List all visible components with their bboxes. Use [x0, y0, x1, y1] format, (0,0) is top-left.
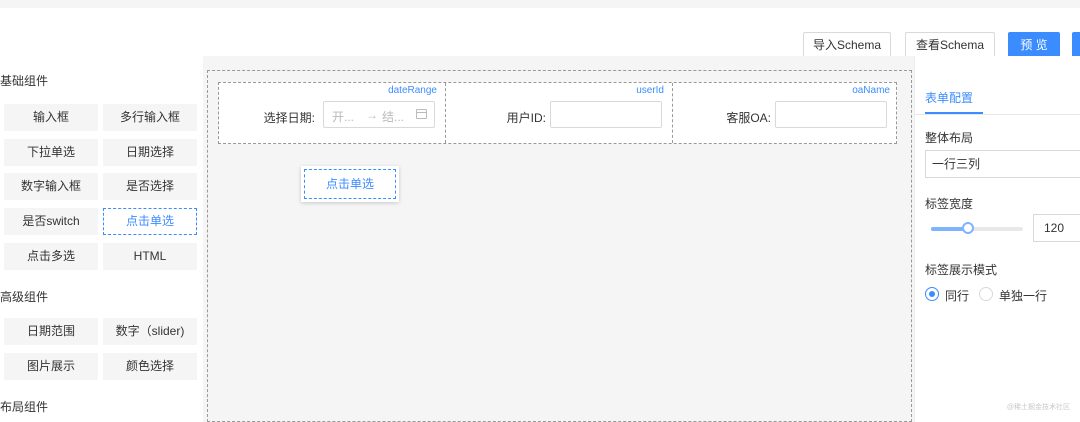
layout-select[interactable]: 一行三列: [925, 150, 1080, 178]
settings-panel: 表单配置 整体布局 一行三列 标签宽度 120 标签展示模式 同行 单独一行 @…: [914, 56, 1080, 422]
component-date-range[interactable]: 日期范围: [4, 318, 98, 345]
label-width-input[interactable]: 120: [1033, 214, 1080, 242]
oa-name-input[interactable]: [775, 101, 887, 128]
component-date[interactable]: 日期选择: [103, 139, 197, 166]
component-switch[interactable]: 是否switch: [4, 208, 98, 235]
import-schema-button[interactable]: 导入Schema: [803, 32, 891, 58]
component-slider[interactable]: 数字（slider): [103, 318, 197, 345]
layout-group-title: 布局组件: [0, 400, 49, 414]
more-primary-button[interactable]: [1072, 32, 1080, 58]
radio-inline-label[interactable]: 同行: [945, 287, 969, 304]
field-key: userId: [636, 85, 664, 96]
display-mode-label: 标签展示模式: [925, 263, 998, 277]
field-key: dateRange: [388, 85, 437, 96]
component-color[interactable]: 颜色选择: [103, 353, 197, 380]
tab-divider: [915, 114, 1080, 115]
calendar-icon: [416, 109, 427, 119]
component-image[interactable]: 图片展示: [4, 353, 98, 380]
watermark: @稀土掘金技术社区: [1006, 404, 1070, 411]
label-width-slider-handle[interactable]: [961, 222, 974, 234]
dragging-component-label: 点击单选: [304, 169, 396, 199]
advanced-group-title: 高级组件: [0, 290, 49, 304]
view-schema-button[interactable]: 查看Schema: [905, 32, 995, 58]
component-textarea[interactable]: 多行输入框: [103, 104, 197, 131]
user-id-input[interactable]: [550, 101, 662, 128]
radio-inline[interactable]: [925, 287, 939, 301]
component-input[interactable]: 输入框: [4, 104, 98, 131]
field-label: 客服OA:: [726, 111, 771, 125]
range-arrow-icon: →: [366, 108, 378, 122]
form-canvas[interactable]: dateRange 选择日期: 开... → 结... userId 用户ID:…: [203, 56, 914, 422]
start-date-placeholder: 开...: [332, 110, 355, 124]
field-label: 用户ID:: [506, 111, 546, 125]
tab-form-config[interactable]: 表单配置: [925, 89, 973, 106]
form-row[interactable]: dateRange 选择日期: 开... → 结... userId 用户ID:…: [218, 82, 897, 144]
field-oa-name[interactable]: oaName 客服OA:: [673, 83, 898, 143]
field-key: oaName: [852, 85, 890, 96]
end-date-placeholder: 结...: [382, 110, 405, 124]
date-range-picker[interactable]: 开... → 结...: [323, 101, 435, 128]
layout-label: 整体布局: [925, 131, 974, 145]
component-radio[interactable]: 点击单选: [103, 208, 197, 235]
radio-separate-line[interactable]: [979, 287, 993, 301]
component-select[interactable]: 下拉单选: [4, 139, 98, 166]
basic-group-title: 基础组件: [0, 74, 49, 88]
field-user-id[interactable]: userId 用户ID:: [446, 83, 673, 143]
preview-button[interactable]: 预 览: [1008, 32, 1060, 58]
radio-separate-line-label[interactable]: 单独一行: [999, 287, 1047, 304]
component-multi-select[interactable]: 点击多选: [4, 243, 98, 270]
component-html[interactable]: HTML: [103, 243, 197, 270]
dragging-component[interactable]: 点击单选: [301, 166, 399, 202]
component-checkbox[interactable]: 是否选择: [103, 173, 197, 200]
field-date-range[interactable]: dateRange 选择日期: 开... → 结...: [219, 83, 446, 143]
top-toolbar: 导入Schema 查看Schema 预 览: [0, 0, 1080, 58]
field-label: 选择日期:: [263, 111, 315, 125]
label-width-label: 标签宽度: [925, 197, 974, 211]
component-number[interactable]: 数字输入框: [4, 173, 98, 200]
component-palette: 基础组件 输入框 多行输入框 下拉单选 日期选择 数字输入框 是否选择 是否sw…: [0, 56, 203, 422]
